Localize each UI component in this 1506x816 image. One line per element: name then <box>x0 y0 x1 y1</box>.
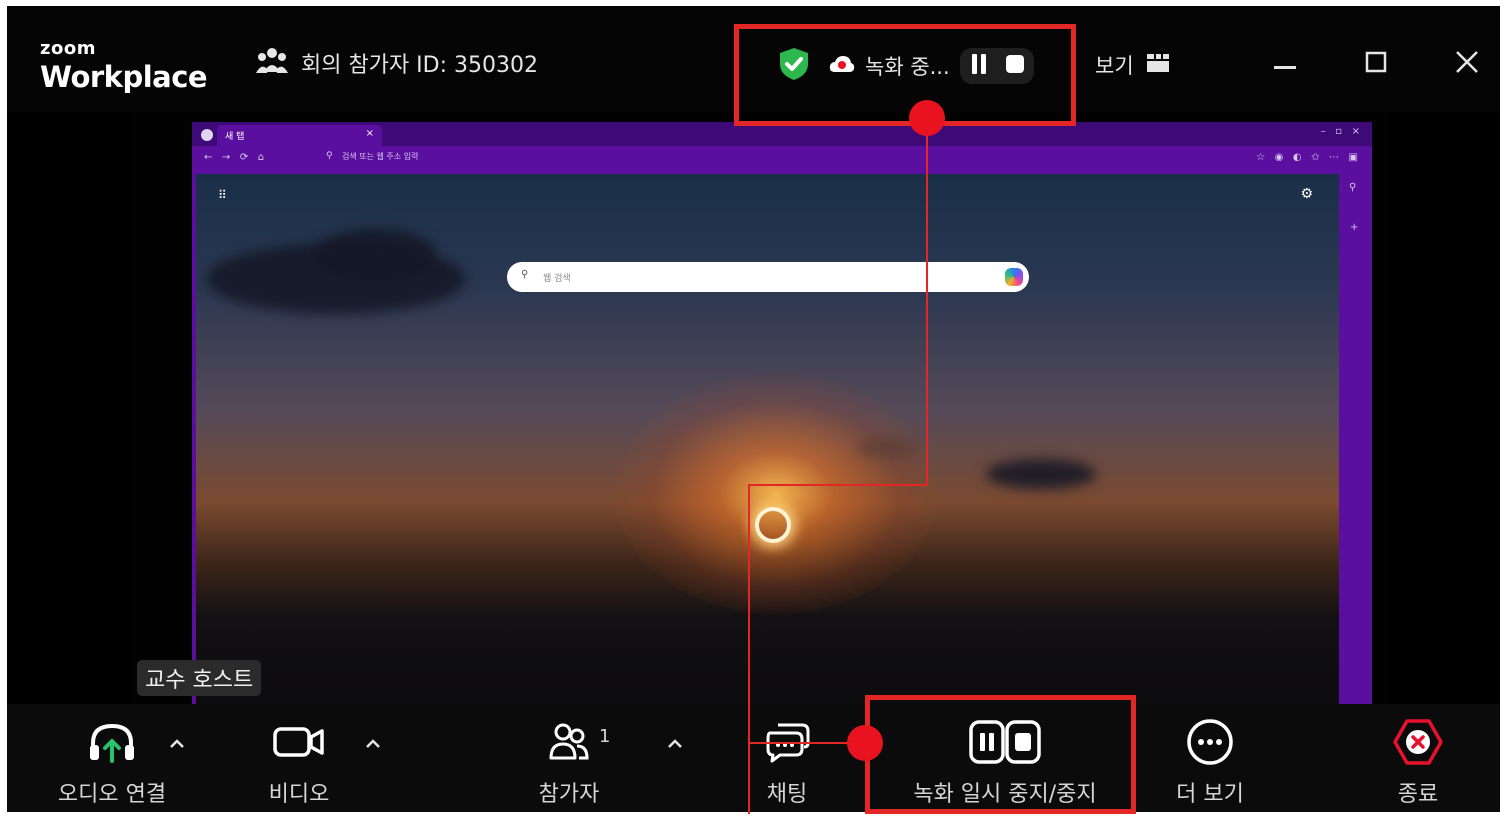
audio-label: 오디오 연결 <box>57 782 167 807</box>
recording-status-highlight <box>734 24 1076 126</box>
sunset-wallpaper: ⠿ ⚙ ⚲ 웹 검색 <box>196 174 1339 704</box>
copilot-icon[interactable] <box>1005 268 1023 286</box>
sun <box>755 507 791 543</box>
apps-grid-icon[interactable]: ⠿ <box>218 188 227 202</box>
participants-button[interactable]: 참가자 <box>525 704 613 812</box>
meeting-controls-toolbar: 오디오 연결 비디오 참가자 1 채팅 녹화 일시 중지/중지 더 보기 종료 <box>7 704 1500 812</box>
chat-label: 채팅 <box>766 782 808 807</box>
annotation-marker-dot <box>847 725 883 761</box>
host-name-label: 교수 호스트 <box>137 660 262 696</box>
participants-icon <box>255 46 289 80</box>
browser-tab-label: 새 탭 <box>225 132 245 142</box>
participants-options-chevron-up-icon[interactable] <box>665 734 685 754</box>
minimize-button[interactable] <box>1263 44 1307 84</box>
maximize-icon <box>1365 51 1387 77</box>
annotation-connector-line <box>926 118 928 486</box>
close-icon <box>1455 50 1479 78</box>
view-menu-button[interactable]: 보기 <box>1095 48 1170 82</box>
participants-count: 1 <box>599 726 611 747</box>
annotation-connector-line <box>748 484 928 486</box>
meeting-id-label: 회의 참가자 ID: 350302 <box>301 53 539 78</box>
settings-gear-icon[interactable]: ⚙ <box>1300 186 1313 202</box>
browser-tab[interactable]: 새 탭 × <box>217 125 382 146</box>
profile-icon <box>200 127 214 146</box>
browser-extension-icons: ☆ ◉ ◐ ✩ ⋯ ▣ <box>1256 152 1358 163</box>
participants-label: 참가자 <box>538 782 600 807</box>
end-label: 종료 <box>1397 782 1439 807</box>
more-button[interactable]: 더 보기 <box>1165 704 1255 812</box>
video-icon <box>273 720 325 764</box>
shared-browser-window: 새 탭 × – ▫ × ← → ⟳ ⌂ ⚲ 검색 또는 웹 주소 입력 ☆ ◉ … <box>192 122 1372 704</box>
view-grid-icon <box>1146 53 1170 77</box>
sidebar-search-icon[interactable]: ⚲ <box>1349 182 1356 193</box>
shared-screen-area: 새 탭 × – ▫ × ← → ⟳ ⌂ ⚲ 검색 또는 웹 주소 입력 ☆ ◉ … <box>135 112 1388 704</box>
maximize-button[interactable] <box>1354 44 1398 84</box>
zoom-meeting-window: zoom Workplace 회의 참가자 ID: 350302 녹화 중...… <box>7 6 1500 812</box>
end-icon <box>1393 719 1443 765</box>
annotation-connector-line <box>748 484 750 814</box>
cloud <box>986 459 1096 489</box>
web-search-box[interactable]: ⚲ 웹 검색 <box>507 262 1029 292</box>
cloud <box>856 439 916 457</box>
chat-button[interactable]: 채팅 <box>755 704 819 812</box>
headphones-icon <box>87 720 137 764</box>
audio-options-chevron-up-icon[interactable] <box>167 734 187 754</box>
address-bar[interactable]: 검색 또는 웹 주소 입력 <box>342 151 418 162</box>
close-tab-icon[interactable]: × <box>366 128 374 139</box>
cloud <box>316 229 436 279</box>
record-button-highlight <box>865 695 1136 814</box>
browser-toolbar: ← → ⟳ ⌂ ⚲ 검색 또는 웹 주소 입력 ☆ ◉ ◐ ✩ ⋯ ▣ <box>192 146 1372 174</box>
close-window-button[interactable] <box>1445 44 1489 84</box>
video-options-chevron-up-icon[interactable] <box>363 734 383 754</box>
audio-connect-button[interactable]: 오디오 연결 <box>45 704 179 812</box>
nav-buttons-icon: ← → ⟳ ⌂ <box>204 152 265 163</box>
meeting-info-button[interactable]: 회의 참가자 ID: 350302 <box>255 46 538 80</box>
participants-icon <box>547 720 591 764</box>
annotation-marker-dot <box>909 100 945 136</box>
view-label: 보기 <box>1095 54 1134 78</box>
video-button[interactable]: 비디오 <box>251 704 347 812</box>
address-search-icon: ⚲ <box>326 151 333 161</box>
video-label: 비디오 <box>268 782 330 807</box>
search-icon: ⚲ <box>521 269 529 280</box>
more-icon <box>1186 719 1234 765</box>
minimize-icon <box>1274 55 1296 74</box>
browser-sidebar: ⚲ + <box>1339 174 1372 704</box>
search-placeholder: 웹 검색 <box>543 274 571 284</box>
more-label: 더 보기 <box>1176 782 1244 807</box>
zoom-logo-workplace: Workplace <box>40 60 208 94</box>
end-meeting-button[interactable]: 종료 <box>1383 704 1453 812</box>
zoom-logo-small: zoom <box>40 38 96 59</box>
sidebar-add-icon[interactable]: + <box>1350 222 1358 233</box>
window-controls-icon: – ▫ × <box>1320 126 1360 137</box>
sun-glow <box>616 374 936 614</box>
